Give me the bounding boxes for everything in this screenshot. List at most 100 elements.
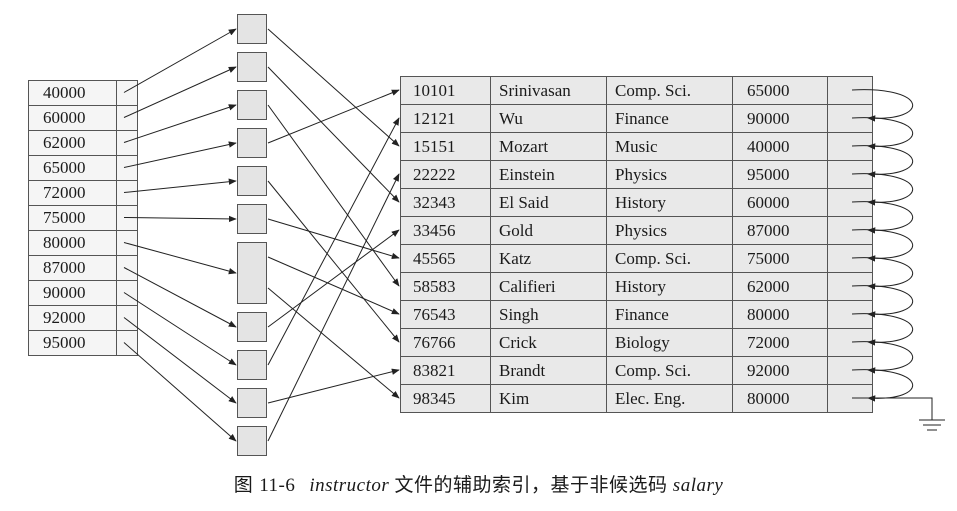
pointer-arrow — [123, 178, 237, 193]
caption-number: 11-6 — [259, 475, 296, 496]
pointer-arrow — [123, 66, 237, 118]
pointer-arrow — [267, 173, 400, 442]
bucket — [237, 14, 267, 44]
bucket — [237, 166, 267, 196]
bucket — [237, 426, 267, 456]
instructor-record: 10101 Srinivasan Comp. Sci. 65000 — [401, 77, 872, 105]
pointer-arrow — [267, 256, 400, 315]
record-salary: 95000 — [733, 161, 828, 188]
index-key: 95000 — [29, 331, 117, 355]
record-name: Srinivasan — [491, 77, 607, 104]
instructor-file: 10101 Srinivasan Comp. Sci. 65000 12121 Wu Fin… — [400, 76, 873, 413]
instructor-record: 45565 Katz Comp. Sci. 75000 — [401, 245, 872, 273]
instructor-record: 22222 Einstein Physics 95000 — [401, 161, 872, 189]
index-pointer-cell — [117, 81, 137, 105]
record-id: 76543 — [401, 301, 491, 328]
pointer-arrow — [123, 267, 237, 328]
caption-attribute: salary — [672, 475, 724, 496]
index-pointer-cell — [117, 231, 137, 255]
record-id: 22222 — [401, 161, 491, 188]
record-pointer-cell — [828, 189, 872, 216]
index-pointer-cell — [117, 206, 137, 230]
pointer-arrow — [267, 229, 400, 328]
record-dept: Finance — [607, 301, 733, 328]
record-name: El Said — [491, 189, 607, 216]
pointer-arrow — [123, 317, 237, 404]
pointer-arrow — [123, 292, 237, 366]
record-dept: Comp. Sci. — [607, 357, 733, 384]
record-id: 58583 — [401, 273, 491, 300]
pointer-arrow — [267, 218, 400, 260]
record-pointer-cell — [828, 133, 872, 160]
pointer-arrow — [123, 342, 237, 442]
instructor-record: 98345 Kim Elec. Eng. 80000 — [401, 385, 872, 413]
instructor-record: 83821 Brandt Comp. Sci. 92000 — [401, 357, 872, 385]
pointer-arrow — [123, 28, 237, 93]
pointer-arrow — [267, 117, 400, 366]
record-salary: 75000 — [733, 245, 828, 272]
record-salary: 92000 — [733, 357, 828, 384]
record-name: Crick — [491, 329, 607, 356]
record-dept: Elec. Eng. — [607, 385, 733, 412]
record-pointer-cell — [828, 273, 872, 300]
record-name: Singh — [491, 301, 607, 328]
record-id: 76766 — [401, 329, 491, 356]
index-pointer-cell — [117, 306, 137, 330]
pointer-arrow — [267, 89, 400, 144]
record-salary: 65000 — [733, 77, 828, 104]
pointer-arrow — [123, 215, 237, 223]
index-pointer-cell — [117, 106, 137, 130]
record-pointer-cell — [828, 77, 872, 104]
index-key: 92000 — [29, 306, 117, 330]
record-dept: Comp. Sci. — [607, 77, 733, 104]
record-id: 12121 — [401, 105, 491, 132]
record-id: 98345 — [401, 385, 491, 412]
record-pointer-cell — [828, 357, 872, 384]
index-pointer-cell — [117, 131, 137, 155]
record-dept: Physics — [607, 217, 733, 244]
record-pointer-cell — [828, 161, 872, 188]
record-id: 32343 — [401, 189, 491, 216]
record-pointer-cell — [828, 105, 872, 132]
index-entry: 62000 — [29, 131, 137, 156]
record-salary: 60000 — [733, 189, 828, 216]
record-pointer-cell — [828, 245, 872, 272]
instructor-record: 32343 El Said History 60000 — [401, 189, 872, 217]
bucket — [237, 350, 267, 380]
pointer-arrow — [267, 104, 400, 287]
record-dept: Biology — [607, 329, 733, 356]
instructor-record: 33456 Gold Physics 87000 — [401, 217, 872, 245]
record-id: 45565 — [401, 245, 491, 272]
bucket — [237, 242, 267, 304]
record-dept: History — [607, 273, 733, 300]
record-salary: 80000 — [733, 301, 828, 328]
record-dept: Comp. Sci. — [607, 245, 733, 272]
record-id: 15151 — [401, 133, 491, 160]
index-key: 40000 — [29, 81, 117, 105]
index-entry: 72000 — [29, 181, 137, 206]
instructor-record: 12121 Wu Finance 90000 — [401, 105, 872, 133]
instructor-record: 58583 Califieri History 62000 — [401, 273, 872, 301]
index-key: 62000 — [29, 131, 117, 155]
index-key: 65000 — [29, 156, 117, 180]
record-name: Kim — [491, 385, 607, 412]
pointer-arrow — [267, 180, 400, 343]
index-pointer-cell — [117, 181, 137, 205]
index-entry: 40000 — [29, 81, 137, 106]
record-salary: 80000 — [733, 385, 828, 412]
index-key: 80000 — [29, 231, 117, 255]
record-salary: 40000 — [733, 133, 828, 160]
secondary-index: 40000 60000 62000 65000 72000 75000 80000 87000… — [28, 80, 138, 356]
index-entry: 95000 — [29, 331, 137, 356]
record-salary: 72000 — [733, 329, 828, 356]
index-entry: 90000 — [29, 281, 137, 306]
record-name: Wu — [491, 105, 607, 132]
bucket — [237, 52, 267, 82]
bucket — [237, 312, 267, 342]
record-id: 33456 — [401, 217, 491, 244]
bucket — [237, 204, 267, 234]
instructor-record: 76766 Crick Biology 72000 — [401, 329, 872, 357]
pointer-arrow — [267, 28, 400, 147]
record-name: Katz — [491, 245, 607, 272]
record-salary: 62000 — [733, 273, 828, 300]
